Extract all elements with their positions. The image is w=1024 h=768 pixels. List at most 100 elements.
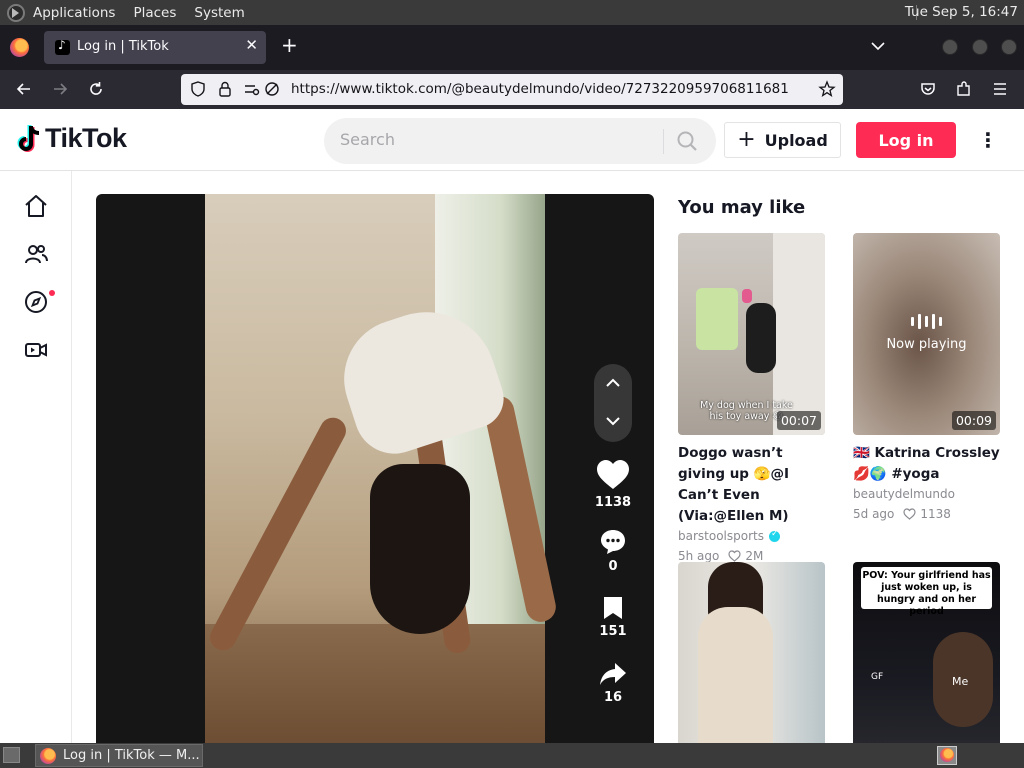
- plus-icon: +: [737, 127, 756, 152]
- login-button[interactable]: Log in: [856, 122, 956, 158]
- search-bar: [324, 118, 716, 164]
- like-action[interactable]: 1138: [589, 458, 637, 510]
- bookmark-icon: [604, 597, 622, 619]
- home-icon[interactable]: [23, 193, 49, 219]
- menu-places[interactable]: Places: [133, 5, 176, 21]
- taskbar-window-firefox[interactable]: Log in | TikTok — M...: [35, 744, 203, 767]
- url-text[interactable]: https://www.tiktok.com/@beautydelmundo/v…: [291, 81, 789, 97]
- clock[interactable]: Tue Sep 5, 16:47: [905, 4, 1018, 20]
- video-player[interactable]: 1138 0 151 16: [96, 194, 654, 743]
- like-count: 1138: [594, 495, 632, 510]
- left-sidebar: [0, 171, 72, 743]
- video-title[interactable]: 🇬🇧 Katrina Crossley 💋🌍 #yoga: [853, 443, 1000, 485]
- video-duration: 00:07: [776, 411, 821, 430]
- maximize-window-button[interactable]: [972, 39, 988, 55]
- video-thumbnail[interactable]: My dog when I take his toy away 😂 00:07: [678, 233, 825, 435]
- pocket-icon[interactable]: [918, 79, 938, 99]
- you-may-like-heading: You may like: [678, 197, 806, 218]
- post-age: 5h ago: [678, 549, 720, 563]
- explore-compass-icon[interactable]: [23, 289, 49, 315]
- os-taskbar: Log in | TikTok — M...: [0, 743, 1024, 768]
- like-count: 1138: [920, 507, 951, 521]
- heart-icon: [597, 460, 629, 489]
- list-tabs-chevron-icon[interactable]: [870, 38, 886, 54]
- minimize-window-button[interactable]: [942, 39, 958, 55]
- tiktok-header: TikTok + Upload Log in ⋮: [0, 109, 1024, 171]
- share-count: 16: [603, 690, 623, 705]
- video-nav-arrows: [594, 364, 632, 442]
- lock-icon[interactable]: [216, 80, 234, 98]
- now-playing-indicator: Now playing: [853, 313, 1000, 352]
- video-duration: 00:09: [951, 411, 996, 430]
- close-window-button[interactable]: [1001, 39, 1017, 55]
- tab-title: Log in | TikTok: [77, 39, 169, 54]
- new-tab-button[interactable]: +: [281, 35, 298, 55]
- firefox-icon: [40, 747, 56, 764]
- tab-tiktok[interactable]: Log in | TikTok ✕: [44, 31, 266, 64]
- tiktok-logo[interactable]: TikTok: [16, 123, 127, 154]
- thumbnail-caption: POV: Your girlfriend has just woken up, …: [861, 567, 992, 617]
- tiktok-note-icon: [17, 124, 40, 152]
- comment-bubble-icon: [601, 530, 625, 554]
- recommended-video-card-now-playing[interactable]: Now playing 00:09 🇬🇧 Katrina Crossley 💋🌍…: [853, 233, 1000, 521]
- menu-applications[interactable]: Applications: [33, 5, 115, 21]
- taskbar-window-title: Log in | TikTok — M...: [63, 748, 200, 763]
- recommended-video-card[interactable]: POV: Your girlfriend has just woken up, …: [853, 562, 1000, 743]
- comment-action[interactable]: 0: [589, 528, 637, 574]
- video-meta: 5h ago 2M: [678, 549, 825, 563]
- permissions-icon[interactable]: [243, 80, 261, 98]
- verified-badge-icon: [768, 529, 780, 542]
- firefox-menu-icon[interactable]: [10, 38, 29, 57]
- workspace-switcher-icon[interactable]: [937, 746, 957, 765]
- save-count: 151: [599, 624, 627, 639]
- back-arrow-icon[interactable]: [14, 79, 34, 99]
- video-meta: 5d ago 1138: [853, 507, 1000, 521]
- video-author[interactable]: beautydelmundo: [853, 487, 1000, 501]
- search-divider: [663, 129, 664, 154]
- menu-system[interactable]: System: [194, 5, 244, 21]
- now-playing-label: Now playing: [886, 337, 967, 352]
- video-author[interactable]: barstoolsports: [678, 529, 825, 543]
- save-action[interactable]: 151: [589, 595, 637, 639]
- close-tab-icon[interactable]: ✕: [245, 36, 258, 54]
- heart-outline-icon: [728, 550, 741, 562]
- following-users-icon[interactable]: [23, 241, 49, 267]
- next-video-chevron-down-icon[interactable]: [604, 412, 622, 430]
- search-input[interactable]: [340, 130, 640, 149]
- video-thumbnail[interactable]: [678, 562, 825, 743]
- thumbnail-label-right: Me: [952, 675, 969, 688]
- os-logo-icon[interactable]: [7, 3, 25, 22]
- show-desktop-icon[interactable]: [3, 747, 20, 763]
- upload-button[interactable]: + Upload: [724, 122, 841, 158]
- os-top-panel: Applications Places System Tue Sep 5, 16…: [0, 0, 1024, 25]
- post-age: 5d ago: [853, 507, 895, 521]
- notification-dot: [49, 290, 55, 296]
- recommended-video-card[interactable]: [678, 562, 825, 743]
- tiktok-favicon-icon: [55, 38, 70, 55]
- author-name: beautydelmundo: [853, 487, 955, 501]
- share-action[interactable]: 16: [589, 661, 637, 705]
- video-thumbnail[interactable]: POV: Your girlfriend has just woken up, …: [853, 562, 1000, 743]
- reload-icon[interactable]: [86, 79, 106, 99]
- video-title[interactable]: Doggo wasn’t giving up 🫣@I Can’t Even (V…: [678, 443, 825, 527]
- extensions-icon[interactable]: [954, 79, 974, 99]
- bookmark-star-icon[interactable]: [818, 80, 836, 98]
- heart-outline-icon: [903, 508, 916, 520]
- previous-video-chevron-up-icon[interactable]: [604, 374, 622, 392]
- live-video-icon[interactable]: [23, 337, 49, 363]
- shield-icon[interactable]: [189, 80, 207, 98]
- more-options-icon[interactable]: ⋮: [978, 129, 998, 151]
- video-frame: [205, 194, 559, 743]
- url-bar[interactable]: https://www.tiktok.com/@beautydelmundo/v…: [181, 74, 843, 105]
- tiktok-wordmark: TikTok: [45, 123, 127, 153]
- share-arrow-icon: [600, 663, 626, 685]
- tracking-protection-icon[interactable]: [263, 80, 281, 98]
- recommended-video-card[interactable]: My dog when I take his toy away 😂 00:07 …: [678, 233, 825, 563]
- upload-label: Upload: [764, 130, 828, 150]
- forward-arrow-icon[interactable]: [50, 79, 70, 99]
- audio-bars-icon: [853, 313, 1000, 329]
- search-icon[interactable]: [676, 130, 698, 152]
- browser-tab-bar: Log in | TikTok ✕ +: [0, 25, 1024, 70]
- hamburger-menu-icon[interactable]: [990, 79, 1010, 99]
- video-thumbnail[interactable]: Now playing 00:09: [853, 233, 1000, 435]
